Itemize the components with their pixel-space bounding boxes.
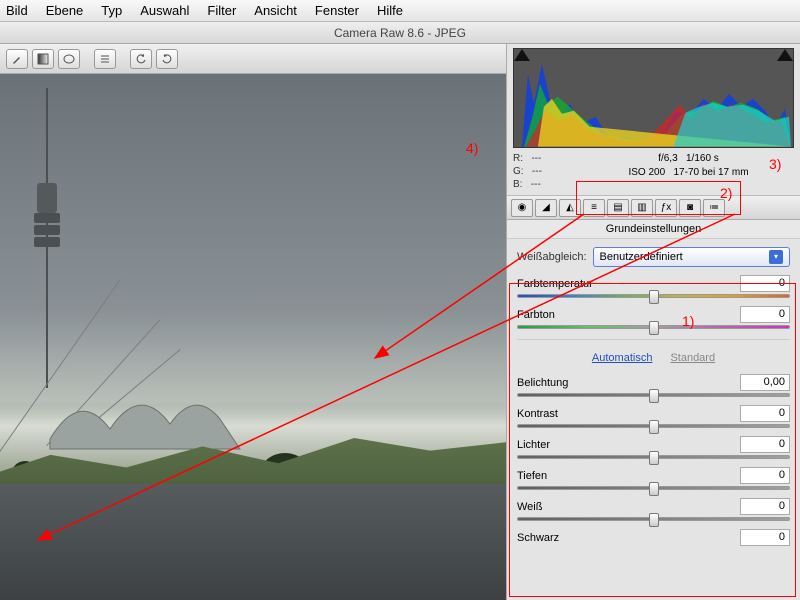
exposure-label: Belichtung — [517, 377, 568, 389]
menu-filter[interactable]: Filter — [207, 3, 236, 18]
tool-rotate-cw[interactable] — [156, 49, 178, 69]
tab-split[interactable]: ▤ — [607, 199, 629, 217]
tool-rotate-ccw[interactable] — [130, 49, 152, 69]
rgb-readout: R: --- G: --- B: --- — [513, 152, 573, 191]
image-preview[interactable] — [0, 74, 506, 600]
tab-lens[interactable]: ▥ — [631, 199, 653, 217]
exposure-value[interactable]: 0,00 — [740, 374, 790, 391]
wb-select[interactable]: Benutzerdefiniert▾ — [593, 247, 791, 267]
menu-bild[interactable]: Bild — [6, 3, 28, 18]
highlights-value[interactable]: 0 — [740, 436, 790, 453]
contrast-value[interactable]: 0 — [740, 405, 790, 422]
whites-slider[interactable] — [517, 517, 790, 521]
tint-value[interactable]: 0 — [740, 306, 790, 323]
highlights-label: Lichter — [517, 439, 550, 451]
app-menubar: Bild Ebene Typ Auswahl Filter Ansicht Fe… — [0, 0, 800, 22]
blacks-value[interactable]: 0 — [740, 529, 790, 546]
tint-slider[interactable] — [517, 325, 790, 329]
tab-hsl[interactable]: ≡ — [583, 199, 605, 217]
tool-list[interactable] — [94, 49, 116, 69]
tab-basic[interactable]: ◉ — [511, 199, 533, 217]
tool-gradient[interactable] — [32, 49, 54, 69]
highlights-slider[interactable] — [517, 455, 790, 459]
standard-link[interactable]: Standard — [670, 352, 715, 364]
temp-slider[interactable] — [517, 294, 790, 298]
shadows-slider[interactable] — [517, 486, 790, 490]
exposure-slider[interactable] — [517, 393, 790, 397]
blacks-label: Schwarz — [517, 532, 559, 544]
auto-link[interactable]: Automatisch — [592, 352, 653, 364]
temp-value[interactable]: 0 — [740, 275, 790, 292]
menu-hilfe[interactable]: Hilfe — [377, 3, 403, 18]
menu-ebene[interactable]: Ebene — [46, 3, 84, 18]
histogram[interactable] — [513, 48, 794, 148]
exif-readout: f/6,3 1/160 s ISO 200 17-70 bei 17 mm — [583, 152, 794, 191]
temp-label: Farbtemperatur — [517, 278, 593, 290]
tool-toolbar — [0, 44, 506, 74]
window-title: Camera Raw 8.6 - JPEG — [0, 22, 800, 44]
menu-fenster[interactable]: Fenster — [315, 3, 359, 18]
tab-presets[interactable]: ≔ — [703, 199, 725, 217]
tab-fx[interactable]: ƒx — [655, 199, 677, 217]
contrast-slider[interactable] — [517, 424, 790, 428]
tab-detail[interactable]: ◭ — [559, 199, 581, 217]
menu-auswahl[interactable]: Auswahl — [140, 3, 189, 18]
menu-typ[interactable]: Typ — [101, 3, 122, 18]
chevron-down-icon: ▾ — [769, 250, 783, 264]
tab-camera[interactable]: ◙ — [679, 199, 701, 217]
panel-title: Grundeinstellungen — [507, 220, 800, 239]
panel-tabstrip: ◉ ◢ ◭ ≡ ▤ ▥ ƒx ◙ ≔ — [507, 196, 800, 220]
contrast-label: Kontrast — [517, 408, 558, 420]
whites-label: Weiß — [517, 501, 542, 513]
shadows-label: Tiefen — [517, 470, 547, 482]
tab-curve[interactable]: ◢ — [535, 199, 557, 217]
shadows-value[interactable]: 0 — [740, 467, 790, 484]
tint-label: Farbton — [517, 309, 555, 321]
tool-brush[interactable] — [6, 49, 28, 69]
wb-label: Weißabgleich: — [517, 251, 587, 263]
menu-ansicht[interactable]: Ansicht — [254, 3, 297, 18]
tool-radial[interactable] — [58, 49, 80, 69]
whites-value[interactable]: 0 — [740, 498, 790, 515]
